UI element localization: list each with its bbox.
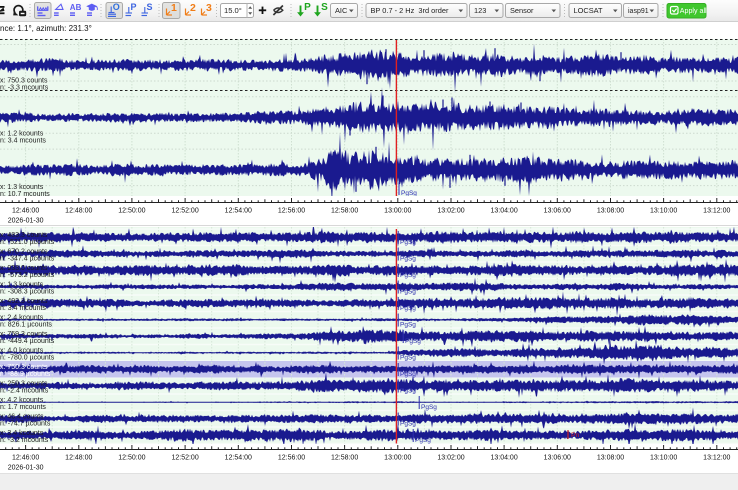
svg-text:iasp91: iasp91: [628, 8, 649, 15]
svg-text:PgSg: PgSg: [400, 388, 416, 395]
svg-text:n: -449.4 µcounts: n: -449.4 µcounts: [0, 338, 55, 345]
svg-text:x: 259.3 counts: x: 259.3 counts: [0, 381, 48, 388]
svg-text:x: 46.4 counts: x: 46.4 counts: [0, 414, 44, 421]
svg-text:13:06:00: 13:06:00: [544, 455, 571, 462]
svg-text:12:56:00: 12:56:00: [278, 208, 305, 215]
svg-text:x: 670.2 counts: x: 670.2 counts: [0, 249, 48, 256]
svg-text:12:54:00: 12:54:00: [225, 208, 252, 215]
svg-text:PgSg: PgSg: [400, 355, 416, 362]
svg-text:AIC: AIC: [335, 6, 348, 15]
svg-text:12:52:00: 12:52:00: [171, 208, 198, 215]
svg-text:13:12:00: 13:12:00: [703, 208, 730, 215]
svg-text:n: -347.4 µcounts: n: -347.4 µcounts: [0, 256, 55, 263]
svg-text:Sensor: Sensor: [510, 6, 534, 15]
svg-text:13:06:00: 13:06:00: [544, 208, 571, 215]
svg-text:2026-01-30: 2026-01-30: [8, 218, 44, 225]
svg-text:2: 2: [190, 2, 196, 14]
svg-text:Pn: Pn: [571, 432, 580, 439]
svg-text:12:58:00: 12:58:00: [331, 208, 358, 215]
svg-text:12:50:00: 12:50:00: [118, 455, 145, 462]
svg-text:x: 492.3 counts: x: 492.3 counts: [0, 298, 48, 305]
svg-text:12:48:00: 12:48:00: [65, 208, 92, 215]
svg-text:PgSg: PgSg: [400, 421, 416, 428]
svg-text:LOCSAT: LOCSAT: [574, 6, 604, 15]
svg-text:13:00:00: 13:00:00: [384, 455, 411, 462]
svg-text:13:00:00: 13:00:00: [384, 208, 411, 215]
svg-text:n: -780.0 µcounts: n: -780.0 µcounts: [0, 355, 55, 362]
svg-text:13:10:00: 13:10:00: [650, 455, 677, 462]
svg-text:13:10:00: 13:10:00: [650, 208, 677, 215]
svg-text:n: -88.9 µcounts: n: -88.9 µcounts: [0, 371, 51, 378]
svg-text:S: S: [321, 2, 328, 13]
svg-text:x: 2.4 kcounts: x: 2.4 kcounts: [0, 315, 44, 322]
svg-text:n: -2.4 mcounts: n: -2.4 mcounts: [0, 388, 49, 395]
svg-text:n: -3.3 mcounts: n: -3.3 mcounts: [0, 85, 49, 92]
svg-text:x: 750.3 counts: x: 750.3 counts: [0, 78, 48, 85]
svg-text:x: 1.2 kcounts: x: 1.2 kcounts: [0, 131, 44, 138]
svg-text:n: 826.1 µcounts: n: 826.1 µcounts: [0, 322, 52, 329]
svg-text:13:04:00: 13:04:00: [490, 455, 517, 462]
svg-text:13:08:00: 13:08:00: [597, 455, 624, 462]
svg-text:13:02:00: 13:02:00: [437, 208, 464, 215]
svg-text:P: P: [131, 2, 137, 12]
svg-text:AB: AB: [70, 3, 82, 12]
svg-text:12:56:00: 12:56:00: [278, 455, 305, 462]
svg-text:x: 759.3 counts: x: 759.3 counts: [0, 331, 48, 338]
svg-text:n: 1.7 mcounts: n: 1.7 mcounts: [0, 404, 46, 411]
svg-text:15.0°: 15.0°: [224, 6, 242, 15]
svg-text:x: 750.3 counts: x: 750.3 counts: [0, 364, 48, 371]
svg-text:PgSg: PgSg: [421, 404, 437, 411]
svg-text:n: -74.7 µcounts: n: -74.7 µcounts: [0, 421, 51, 428]
svg-text:123: 123: [474, 6, 486, 15]
svg-text:PgSg: PgSg: [400, 272, 416, 279]
svg-text:PgSg: PgSg: [400, 239, 416, 246]
svg-text:13:02:00: 13:02:00: [437, 455, 464, 462]
svg-text:n: 3.4 mcounts: n: 3.4 mcounts: [0, 305, 46, 312]
svg-text:PgSg: PgSg: [400, 256, 416, 263]
svg-text:x: 3.4 kcounts: x: 3.4 kcounts: [0, 430, 44, 437]
svg-text:12:46:00: 12:46:00: [12, 455, 39, 462]
svg-text:12:46:00: 12:46:00: [12, 208, 39, 215]
svg-text:n: -521.0 µcounts: n: -521.0 µcounts: [0, 239, 55, 246]
svg-text:2026-01-30: 2026-01-30: [8, 465, 44, 472]
svg-text:PgSg: PgSg: [405, 338, 421, 345]
svg-text:12:54:00: 12:54:00: [225, 455, 252, 462]
svg-text:12:58:00: 12:58:00: [331, 455, 358, 462]
svg-text:x: 483.3 counts: x: 483.3 counts: [0, 232, 48, 239]
svg-text:x: 933.0 counts: x: 933.0 counts: [0, 265, 48, 272]
svg-text:12:52:00: 12:52:00: [171, 455, 198, 462]
svg-text:BP 0.7 - 2 Hz 3rd order: BP 0.7 - 2 Hz 3rd order: [371, 6, 449, 15]
svg-text:13:12:00: 13:12:00: [703, 455, 730, 462]
svg-text:n: -573.2 µcounts: n: -573.2 µcounts: [0, 272, 55, 279]
svg-text:n: -308.3 µcounts: n: -308.3 µcounts: [0, 289, 55, 296]
svg-text:PgSg: PgSg: [400, 322, 416, 329]
svg-text:x: 1.3 kcounts: x: 1.3 kcounts: [0, 184, 44, 191]
svg-text:n: 3.4 mcounts: n: 3.4 mcounts: [0, 138, 46, 145]
svg-text:1: 1: [171, 2, 177, 14]
svg-text:3: 3: [206, 2, 212, 14]
svg-text:Apply all: Apply all: [680, 7, 707, 15]
svg-text:12:48:00: 12:48:00: [65, 455, 92, 462]
svg-text:13:08:00: 13:08:00: [597, 208, 624, 215]
svg-text:P: P: [304, 2, 311, 13]
svg-text:PgSg: PgSg: [400, 305, 416, 312]
svg-text:PgSg: PgSg: [400, 371, 416, 378]
svg-text:x: 4.0 kcounts: x: 4.0 kcounts: [0, 348, 44, 355]
svg-text:x: 1.3 kcounts: x: 1.3 kcounts: [0, 282, 44, 289]
svg-text:O: O: [113, 2, 120, 12]
svg-text:PgSg: PgSg: [400, 289, 416, 296]
svg-text:13:04:00: 13:04:00: [490, 208, 517, 215]
svg-text:x: 4.2 kcounts: x: 4.2 kcounts: [0, 397, 44, 404]
svg-text:S: S: [147, 2, 153, 12]
svg-text:12:50:00: 12:50:00: [118, 208, 145, 215]
